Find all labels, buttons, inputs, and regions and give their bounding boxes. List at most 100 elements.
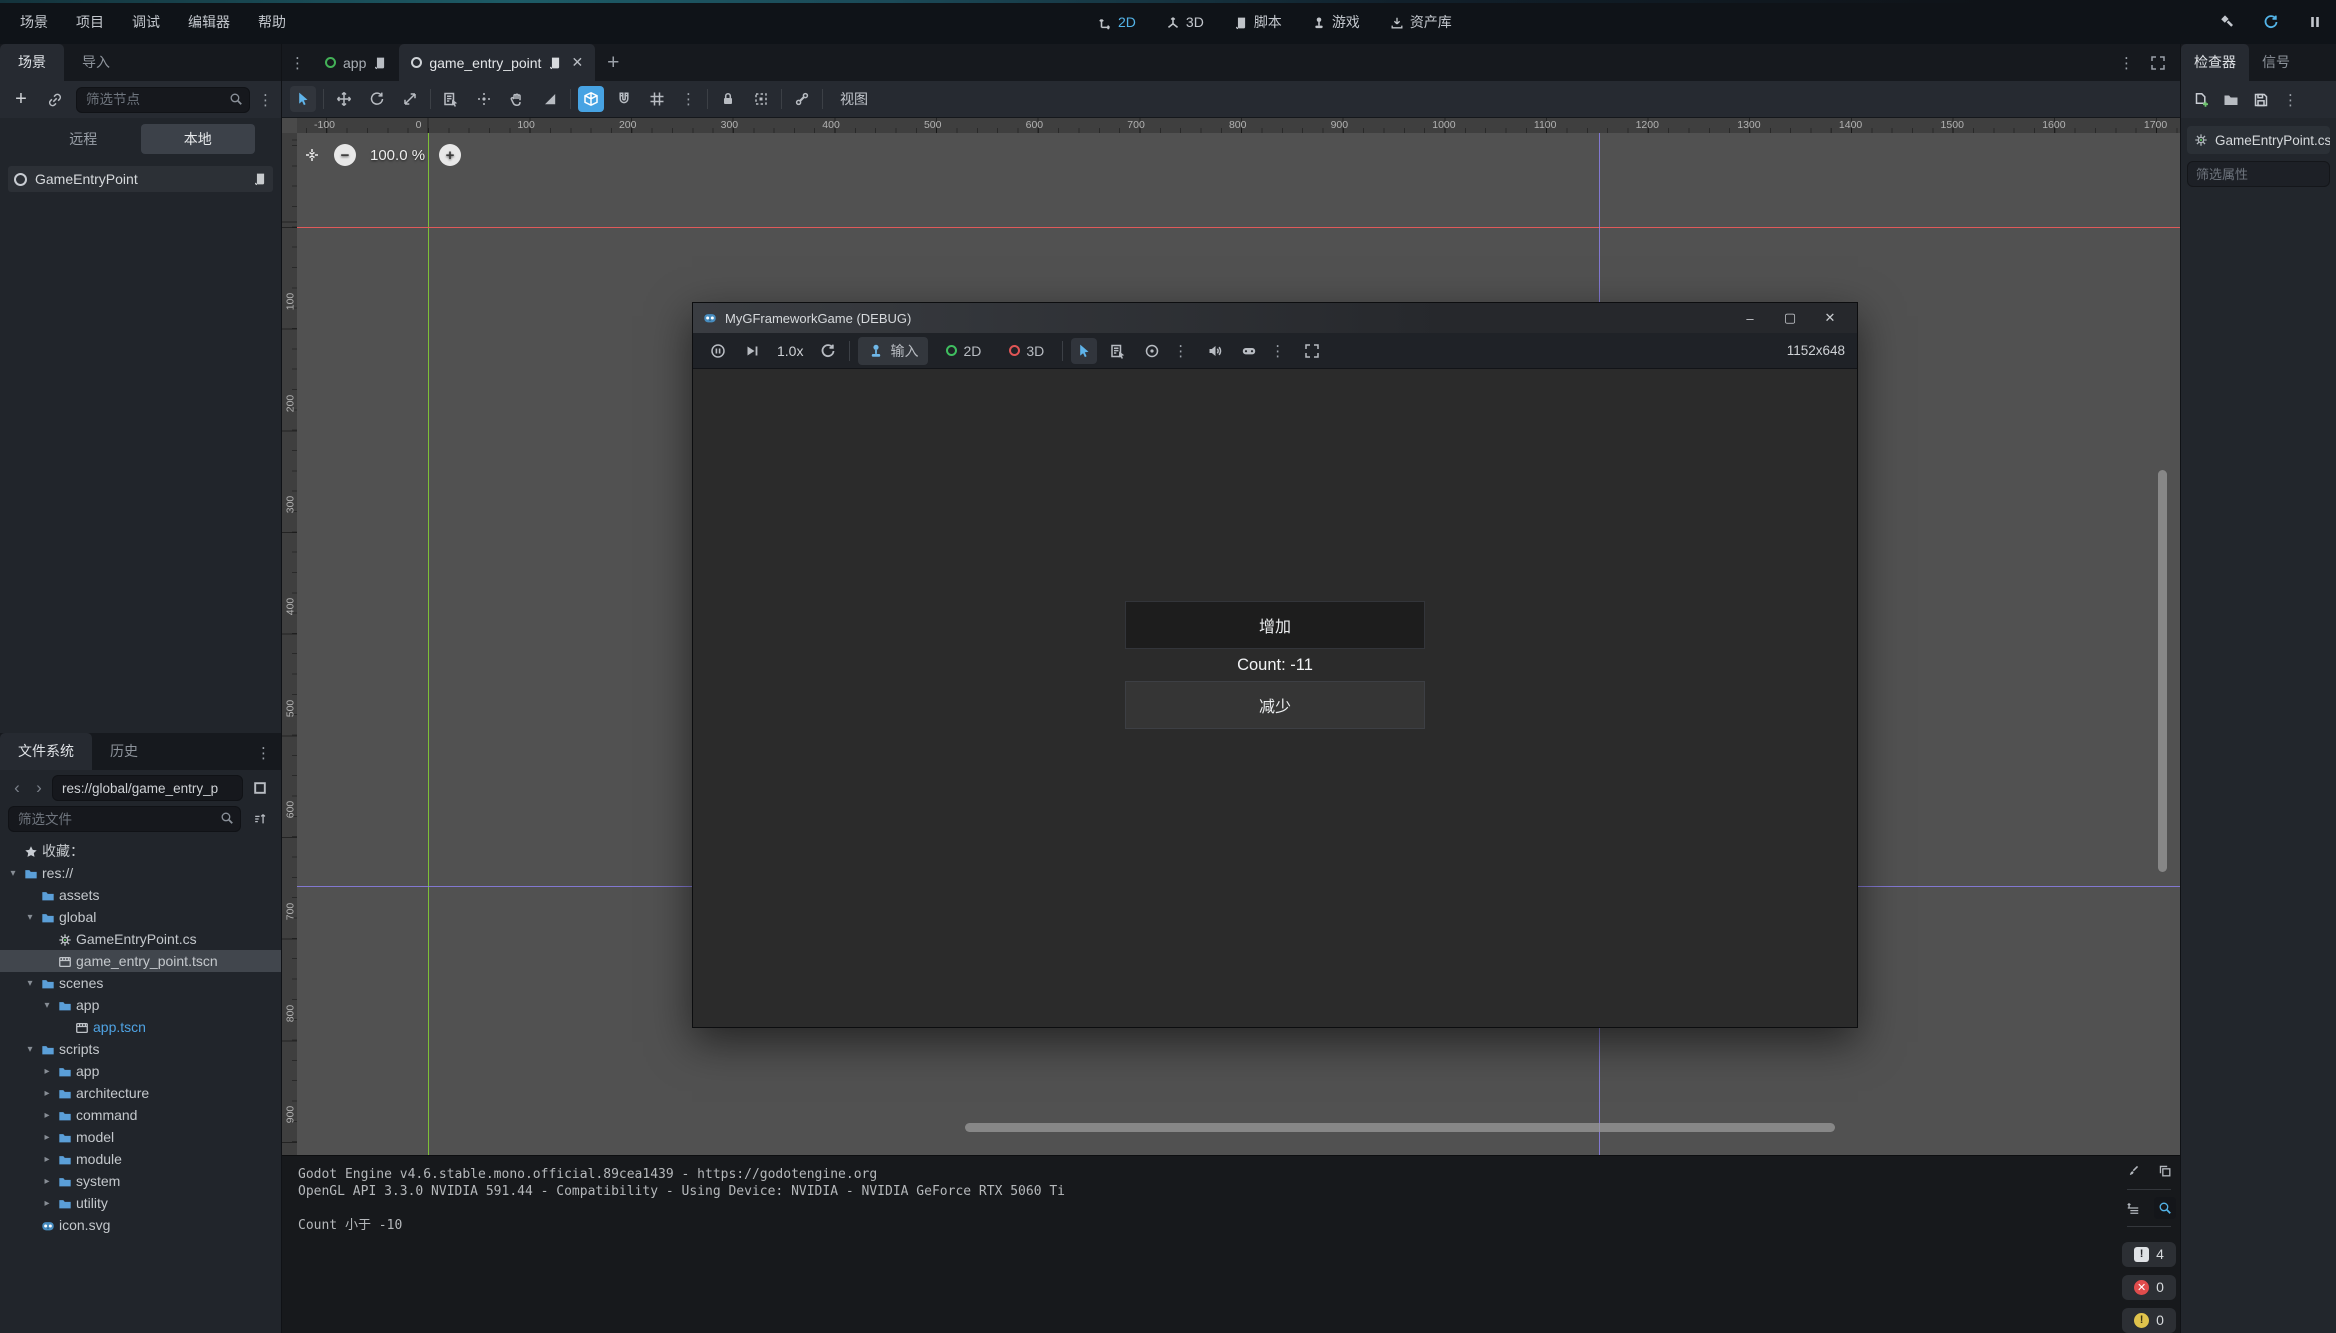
instance-scene-button[interactable] xyxy=(42,87,68,113)
filter-files-input[interactable] xyxy=(8,806,241,832)
filter-nodes-input[interactable] xyxy=(76,87,250,113)
tree-arrow-icon[interactable]: ▸ xyxy=(40,1154,54,1165)
file-tree-row[interactable]: ▸ architecture xyxy=(0,1082,281,1104)
zoom-level[interactable]: 100.0 % xyxy=(370,147,425,164)
tree-arrow-icon[interactable]: ▸ xyxy=(40,1132,54,1143)
restart-button[interactable] xyxy=(815,338,841,364)
game-menu-icon[interactable]: ⋮ xyxy=(1270,342,1285,360)
editor-mode-button[interactable]: 资产库 xyxy=(1380,8,1462,36)
suspend-button[interactable] xyxy=(705,338,731,364)
fullscreen-button[interactable] xyxy=(1299,338,1325,364)
editor-mode-button[interactable]: 脚本 xyxy=(1224,8,1292,36)
file-tree-row[interactable]: ▸ system xyxy=(0,1170,281,1192)
local-button[interactable]: 本地 xyxy=(141,124,256,154)
clear-output-icon[interactable] xyxy=(2122,1160,2144,1182)
search-output-icon[interactable] xyxy=(2154,1197,2176,1219)
snap-menu-icon[interactable]: ⋮ xyxy=(677,90,700,108)
load-resource-icon[interactable] xyxy=(2223,92,2239,108)
view-menu-button[interactable]: 视图 xyxy=(830,89,878,109)
tree-arrow-icon[interactable]: ▾ xyxy=(23,1044,37,1055)
minimize-icon[interactable]: – xyxy=(1733,306,1767,330)
scene-tab-app[interactable]: app xyxy=(313,44,399,81)
vertical-scrollbar[interactable] xyxy=(2158,470,2167,872)
file-tree-row[interactable]: ▸ module xyxy=(0,1148,281,1170)
pick-3d-button[interactable]: 3D xyxy=(999,337,1054,365)
tab-scene[interactable]: 场景 xyxy=(0,44,64,81)
reload-icon[interactable] xyxy=(2256,7,2286,37)
file-tree-row[interactable]: game_entry_point.tscn xyxy=(0,950,281,972)
new-resource-icon[interactable] xyxy=(2193,92,2209,108)
pause-icon[interactable] xyxy=(2300,7,2330,37)
menu-item[interactable]: 场景 xyxy=(8,8,60,36)
file-tree-row[interactable]: 收藏： xyxy=(0,840,281,862)
save-resource-icon[interactable] xyxy=(2253,92,2269,108)
horizontal-scrollbar[interactable] xyxy=(965,1123,1835,1132)
menu-item[interactable]: 编辑器 xyxy=(176,8,242,36)
file-tree-row[interactable]: app.tscn xyxy=(0,1016,281,1038)
tree-arrow-icon[interactable]: ▸ xyxy=(40,1110,54,1121)
file-tree-row[interactable]: ▸ model xyxy=(0,1126,281,1148)
tree-arrow-icon[interactable]: ▾ xyxy=(6,868,20,879)
editor-mode-button[interactable]: 游戏 xyxy=(1302,8,1370,36)
filter-properties-input[interactable] xyxy=(2187,161,2330,187)
tab-signals[interactable]: 信号 xyxy=(2249,44,2303,81)
file-tree-row[interactable]: ▾ scenes xyxy=(0,972,281,994)
next-frame-button[interactable] xyxy=(739,338,765,364)
inspected-object-row[interactable]: GameEntryPoint.cs xyxy=(2187,126,2330,154)
close-icon[interactable]: ✕ xyxy=(1813,306,1847,330)
pivot-tool-button[interactable] xyxy=(471,86,497,112)
editor-mode-button[interactable]: 3D xyxy=(1156,10,1214,34)
remote-button[interactable]: 远程 xyxy=(26,124,141,154)
tabstrip-menu-icon[interactable]: ⋮ xyxy=(2119,54,2134,72)
tree-arrow-icon[interactable]: ▾ xyxy=(23,912,37,923)
file-tree-row[interactable]: ▾ app xyxy=(0,994,281,1016)
input-mode-button[interactable]: 输入 xyxy=(858,337,928,365)
zoom-out-button[interactable]: − xyxy=(334,144,356,166)
menu-item[interactable]: 项目 xyxy=(64,8,116,36)
menu-item[interactable]: 帮助 xyxy=(246,8,298,36)
tree-arrow-icon[interactable]: ▾ xyxy=(23,978,37,989)
file-tree-row[interactable]: GameEntryPoint.cs xyxy=(0,928,281,950)
zoom-in-button[interactable]: + xyxy=(439,144,461,166)
list-select-button[interactable] xyxy=(1105,338,1131,364)
nav-forward-icon[interactable]: › xyxy=(30,776,48,800)
new-scene-tab-button[interactable]: + xyxy=(595,51,631,75)
tab-history[interactable]: 历史 xyxy=(92,733,156,770)
nav-back-icon[interactable]: ‹ xyxy=(8,776,26,800)
menu-item[interactable]: 调试 xyxy=(120,8,172,36)
mute-audio-button[interactable] xyxy=(1202,338,1228,364)
script-icon[interactable] xyxy=(253,172,267,186)
snap-options-button[interactable] xyxy=(644,86,670,112)
selection-menu-icon[interactable]: ⋮ xyxy=(1173,342,1188,360)
move-tool-button[interactable] xyxy=(331,86,357,112)
split-view-icon[interactable] xyxy=(247,775,273,801)
tab-filesystem[interactable]: 文件系统 xyxy=(0,733,92,770)
smart-snap-button[interactable] xyxy=(578,86,604,112)
file-tree-row[interactable]: ▾ res:// xyxy=(0,862,281,884)
hammer-icon[interactable] xyxy=(2212,7,2242,37)
warning-count-badge[interactable]: ! 0 xyxy=(2122,1308,2176,1333)
file-tree-row[interactable]: ▸ app xyxy=(0,1060,281,1082)
ruler-tool-button[interactable] xyxy=(537,86,563,112)
add-node-button[interactable]: + xyxy=(8,87,34,113)
decrease-button[interactable]: 减少 xyxy=(1125,681,1425,729)
filesystem-menu-icon[interactable]: ⋮ xyxy=(256,744,271,762)
list-select-button[interactable] xyxy=(438,86,464,112)
select-tool-button[interactable] xyxy=(290,86,316,112)
file-tree-row[interactable]: ▾ scripts xyxy=(0,1038,281,1060)
tree-arrow-icon[interactable]: ▸ xyxy=(40,1066,54,1077)
collapse-messages-icon[interactable] xyxy=(2122,1197,2144,1219)
tree-arrow-icon[interactable]: ▸ xyxy=(40,1088,54,1099)
pan-tool-button[interactable] xyxy=(504,86,530,112)
file-tree-row[interactable]: assets xyxy=(0,884,281,906)
canvas-viewport[interactable]: -100010020030040050060070080090010001100… xyxy=(282,118,2180,1155)
center-view-icon[interactable] xyxy=(304,147,320,163)
message-count-badge[interactable]: ! 4 xyxy=(2122,1242,2176,1267)
script-icon[interactable] xyxy=(373,56,387,70)
copy-output-icon[interactable] xyxy=(2154,1160,2176,1182)
grid-snap-button[interactable] xyxy=(611,86,637,112)
tab-inspector[interactable]: 检查器 xyxy=(2181,44,2249,81)
playback-speed[interactable]: 1.0x xyxy=(773,343,807,359)
maximize-icon[interactable]: ▢ xyxy=(1773,306,1807,330)
distraction-free-icon[interactable] xyxy=(2150,55,2166,71)
